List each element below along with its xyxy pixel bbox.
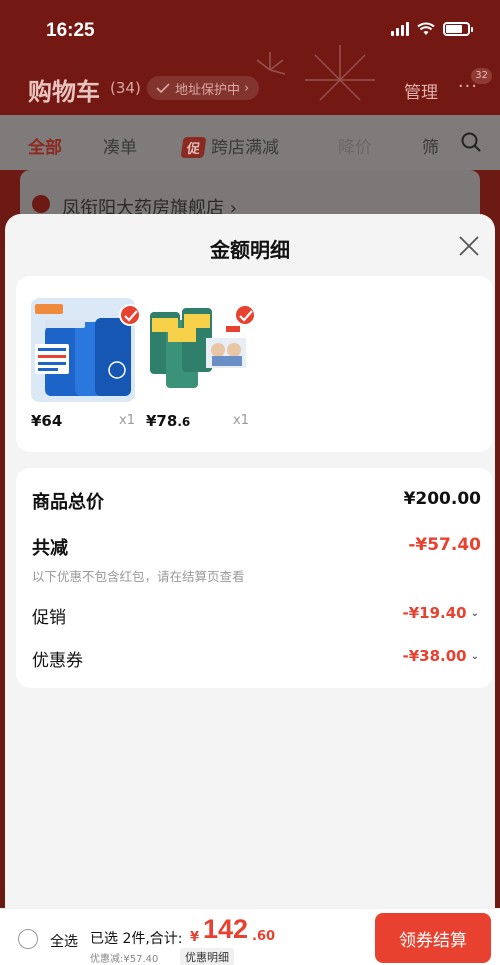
store-checkbox[interactable] xyxy=(32,195,50,213)
address-chip-label: 地址保护中 xyxy=(175,82,241,98)
products-card: ¥64 x1 ¥78.6 x1 xyxy=(16,276,493,452)
address-protection-chip[interactable]: 地址保护中 › xyxy=(147,76,260,100)
product-price-decimal: .6 xyxy=(177,415,191,429)
page-title: 购物车 xyxy=(28,78,100,106)
total-price-label: 商品总价 xyxy=(32,492,104,513)
select-all-label[interactable]: 全选 xyxy=(50,931,78,951)
discount-detail-link[interactable]: 优惠明细 xyxy=(180,948,234,965)
promotion-label: 促销 xyxy=(32,608,66,628)
chevron-down-icon: ⌄ xyxy=(470,607,479,619)
product-price: ¥64 xyxy=(31,412,63,430)
cart-count: (34) xyxy=(110,79,141,97)
filter-tab-cross-store[interactable]: 促跨店满减 xyxy=(180,133,280,158)
filter-tab-bundle[interactable]: 凑单 xyxy=(103,133,137,158)
manage-button[interactable]: 管理 xyxy=(404,78,438,103)
promotion-value: -¥19.40 xyxy=(402,604,467,622)
total-reduce-value: -¥57.40 xyxy=(408,535,481,555)
product-qty: x1 xyxy=(233,413,249,428)
cart-header: 购物车 (34) 地址保护中 › 管理 ··· 32 xyxy=(0,62,500,114)
signal-icon xyxy=(391,22,409,36)
product-price: ¥78.6 xyxy=(146,412,190,430)
search-icon[interactable] xyxy=(460,131,482,153)
message-badge: 32 xyxy=(471,68,492,84)
shield-check-icon xyxy=(156,83,170,94)
checkout-button[interactable]: 领券结算 xyxy=(375,913,491,963)
checkout-bar: 全选 已选 2件,合计: ¥ 142 .60 优惠减:¥57.40 优惠明细 领… xyxy=(0,908,500,965)
total-reduce-label: 共减 xyxy=(32,538,68,559)
product-qty: x1 xyxy=(119,413,135,428)
selected-summary: 已选 2件,合计: xyxy=(90,931,183,947)
chevron-down-icon: ⌄ xyxy=(470,650,479,662)
discount-note: 以下优惠不包含红包，请在结算页查看 xyxy=(32,569,245,584)
wifi-icon xyxy=(417,22,435,35)
battery-icon xyxy=(443,22,473,36)
close-icon[interactable] xyxy=(457,234,481,258)
filter-tab-all[interactable]: 全部 xyxy=(28,133,62,158)
filter-tab-label: 跨店满减 xyxy=(211,138,280,158)
product-selected-check[interactable] xyxy=(119,304,141,326)
sheet-title: 金额明细 xyxy=(210,238,290,262)
total-currency: ¥ xyxy=(190,930,200,945)
product-item[interactable] xyxy=(146,298,256,402)
status-bar: 16:25 xyxy=(0,0,500,60)
total-price-value: ¥200.00 xyxy=(403,489,481,509)
product-price-main: ¥78 xyxy=(146,412,178,430)
total-amount: 142 xyxy=(203,914,249,944)
product-item[interactable] xyxy=(31,298,141,402)
total-amount-decimal: .60 xyxy=(252,929,276,944)
product-selected-check[interactable] xyxy=(234,304,256,326)
promotion-row-toggle[interactable]: -¥19.40 ⌄ xyxy=(403,604,480,622)
select-all-checkbox[interactable] xyxy=(18,929,38,949)
promo-badge: 促 xyxy=(180,137,207,158)
filter-tab-price-drop[interactable]: 降价 xyxy=(338,133,372,158)
coupon-value: -¥38.00 xyxy=(402,647,467,665)
coupon-label: 优惠券 xyxy=(32,651,83,671)
status-icons xyxy=(391,22,473,36)
filter-tab-filter[interactable]: 筛 xyxy=(422,133,439,158)
amount-detail-sheet: 金额明细 ¥64 x1 ¥78.6 x1 商品总价 ¥200.00 共减 -¥5… xyxy=(5,214,495,908)
status-time: 16:25 xyxy=(46,20,95,41)
filter-bar: 全部 凑单 促跨店满减 降价 筛 xyxy=(0,115,500,170)
chevron-right-icon: › xyxy=(244,80,250,96)
price-summary-card: 商品总价 ¥200.00 共减 -¥57.40 以下优惠不包含红包，请在结算页查… xyxy=(16,468,493,688)
coupon-row-toggle[interactable]: -¥38.00 ⌄ xyxy=(403,647,480,665)
discount-amount: 优惠减:¥57.40 xyxy=(90,954,159,965)
